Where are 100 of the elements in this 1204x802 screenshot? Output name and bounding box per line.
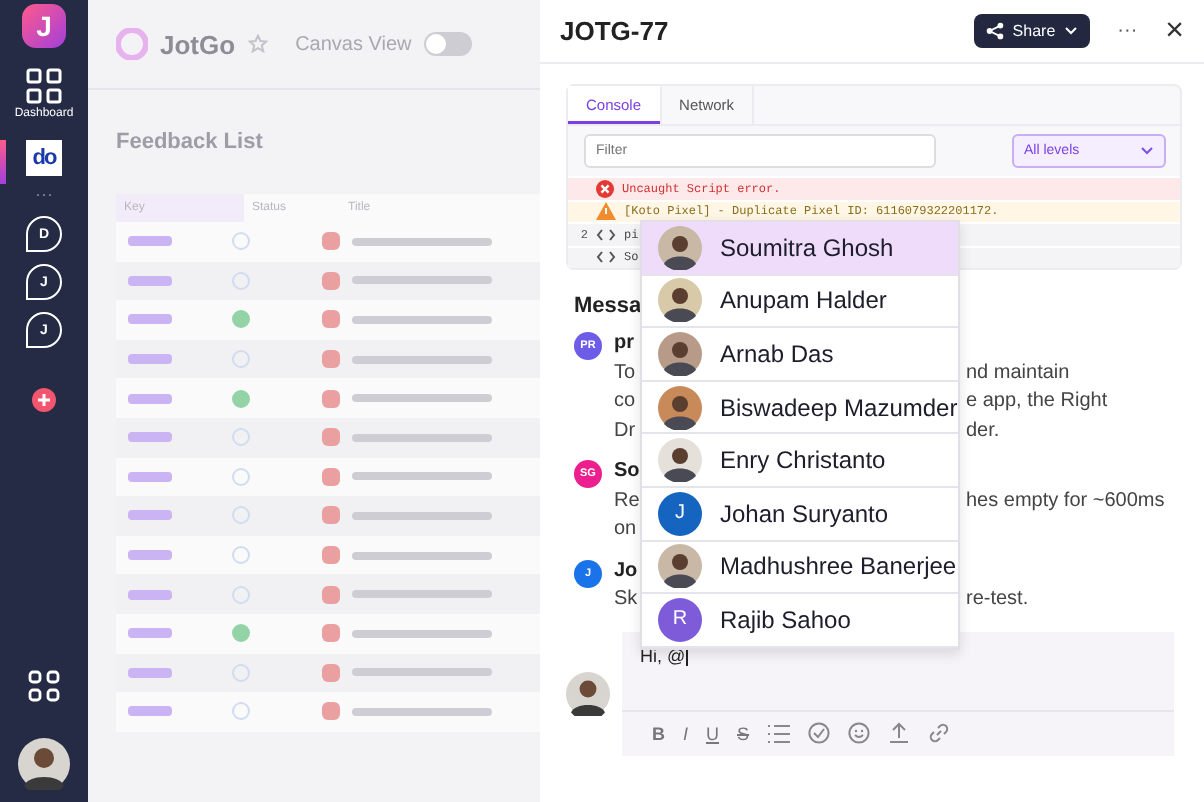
issue-type-icon bbox=[322, 310, 340, 329]
issue-type-icon bbox=[322, 467, 340, 486]
issue-type-icon bbox=[322, 350, 340, 369]
active-indicator bbox=[0, 140, 6, 184]
blurred-key bbox=[128, 550, 172, 561]
issue-type-icon bbox=[322, 271, 340, 290]
close-button[interactable]: × bbox=[1165, 15, 1184, 47]
author-name: So bbox=[614, 458, 640, 486]
blurred-title bbox=[352, 315, 492, 324]
message-text: To bbox=[614, 359, 636, 387]
underline-button[interactable]: U bbox=[706, 723, 720, 743]
message-text: on bbox=[614, 516, 637, 544]
mention-option[interactable]: Arnab Das bbox=[642, 328, 958, 382]
person-avatar bbox=[658, 438, 702, 483]
app-name: JotGo bbox=[160, 29, 236, 59]
link-icon[interactable] bbox=[927, 722, 950, 744]
blurred-title bbox=[352, 394, 492, 403]
list-icon[interactable] bbox=[767, 723, 790, 743]
messages-heading: Messa bbox=[574, 294, 642, 318]
letter-avatar: J bbox=[658, 491, 702, 536]
mention-option[interactable]: Madhushree Banerjee bbox=[642, 541, 958, 595]
person-avatar bbox=[658, 278, 702, 323]
person-avatar bbox=[658, 385, 702, 430]
message-text: Sk bbox=[614, 586, 638, 614]
person-avatar bbox=[658, 544, 702, 589]
person-avatar bbox=[658, 331, 702, 376]
blurred-key bbox=[128, 628, 172, 639]
add-icon[interactable] bbox=[32, 388, 56, 412]
issue-type-icon bbox=[322, 546, 340, 565]
share-button[interactable]: Share bbox=[974, 14, 1090, 48]
blurred-title bbox=[352, 355, 492, 364]
message-text: hes empty for ~600ms bbox=[966, 487, 1165, 515]
emoji-icon[interactable] bbox=[847, 722, 870, 744]
issue-type-icon bbox=[322, 389, 340, 408]
mention-option[interactable]: Enry Christanto bbox=[642, 434, 958, 488]
message-text: nd maintain bbox=[966, 359, 1070, 387]
issue-type-icon bbox=[322, 585, 340, 604]
canvas-view-toggle[interactable] bbox=[423, 32, 472, 56]
message-text: e app, the Right bbox=[966, 388, 1108, 416]
blurred-title bbox=[352, 472, 492, 481]
apps-icon[interactable] bbox=[28, 670, 60, 702]
mention-option[interactable]: Anupam Halder bbox=[642, 275, 958, 329]
more-workspaces[interactable]: ··· bbox=[35, 184, 53, 204]
blurred-key bbox=[128, 432, 172, 443]
person-avatar bbox=[658, 225, 702, 270]
issue-type-icon bbox=[322, 663, 340, 682]
issue-type-icon bbox=[322, 506, 340, 525]
author-name: pr bbox=[614, 330, 634, 358]
message-text: der. bbox=[966, 417, 1000, 445]
blurred-title bbox=[352, 433, 492, 442]
blurred-key bbox=[128, 393, 172, 404]
check-circle-icon[interactable] bbox=[807, 722, 830, 744]
blurred-title bbox=[352, 237, 492, 246]
message-text: Re bbox=[614, 487, 640, 515]
mention-option[interactable]: Biswadeep Mazumder bbox=[642, 381, 958, 435]
app-logo-icon bbox=[116, 28, 148, 60]
blurred-key bbox=[128, 510, 172, 521]
blurred-key bbox=[128, 275, 172, 286]
message-text: Dr bbox=[614, 417, 636, 445]
page-title: Feedback List bbox=[116, 130, 265, 154]
dashboard-icon bbox=[25, 68, 62, 104]
more-button[interactable]: ··· bbox=[1117, 20, 1138, 42]
italic-button[interactable]: I bbox=[683, 723, 689, 743]
blurred-title bbox=[352, 551, 492, 560]
issue-type-icon bbox=[322, 702, 340, 721]
star-icon[interactable] bbox=[247, 34, 268, 54]
issue-type-icon bbox=[322, 232, 340, 251]
workspace-logo[interactable]: do bbox=[26, 140, 62, 176]
author-name: Jo bbox=[614, 557, 638, 585]
app-logo[interactable]: J bbox=[22, 4, 66, 48]
mention-option[interactable]: J Johan Suryanto bbox=[642, 487, 958, 542]
issue-title: JOTG-77 bbox=[560, 16, 671, 46]
issue-type-icon bbox=[322, 624, 340, 643]
blurred-title bbox=[352, 629, 492, 638]
blurred-key bbox=[128, 706, 172, 717]
blurred-key bbox=[128, 314, 172, 325]
letter-avatar: R bbox=[658, 597, 702, 642]
caret-icon bbox=[1063, 26, 1078, 36]
code-icon bbox=[596, 227, 616, 242]
upload-icon[interactable] bbox=[887, 722, 910, 744]
blurred-key bbox=[128, 589, 172, 600]
chevron-icon bbox=[1140, 146, 1154, 156]
blurred-title bbox=[352, 276, 492, 285]
blurred-title bbox=[352, 707, 492, 716]
blurred-key bbox=[128, 667, 172, 678]
strike-button[interactable]: S bbox=[737, 723, 750, 743]
user-avatar bbox=[566, 671, 610, 715]
mention-option[interactable]: R Rajib Sahoo bbox=[642, 594, 958, 648]
mention-option[interactable]: Soumitra Ghosh bbox=[642, 222, 958, 276]
issue-type-icon bbox=[322, 428, 340, 447]
blurred-key bbox=[128, 354, 172, 365]
share-icon bbox=[986, 22, 1005, 40]
blurred-key bbox=[128, 236, 172, 247]
bold-button[interactable]: B bbox=[652, 723, 665, 743]
message-text: co bbox=[614, 388, 636, 416]
blurred-title bbox=[352, 668, 492, 677]
user-avatar[interactable] bbox=[18, 738, 70, 790]
blurred-title bbox=[352, 590, 492, 599]
canvas-view-label: Canvas View bbox=[295, 33, 412, 55]
blurred-title bbox=[352, 511, 492, 520]
